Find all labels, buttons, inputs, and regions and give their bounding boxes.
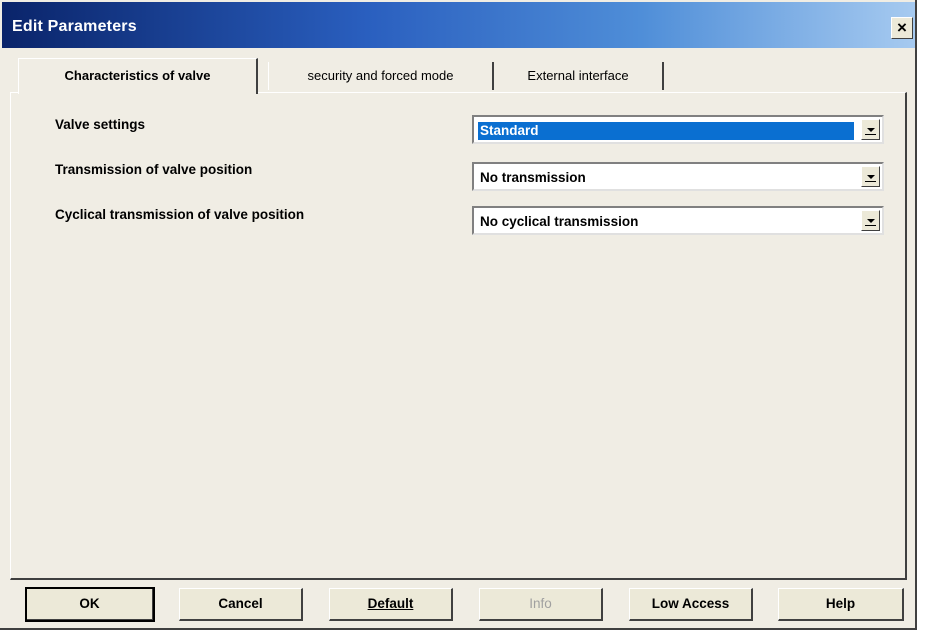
cyclical-transmission-select[interactable]: No cyclical transmission	[472, 206, 884, 235]
cyclical-transmission-value: No cyclical transmission	[480, 214, 639, 229]
edit-parameters-dialog: Edit Parameters × Characteristics of val…	[0, 0, 917, 630]
title-bar[interactable]: Edit Parameters ×	[2, 2, 915, 48]
tab-security-and-forced-mode[interactable]: security and forced mode	[268, 62, 494, 90]
low-access-button[interactable]: Low Access	[629, 588, 753, 621]
tab-characteristics-of-valve[interactable]: Characteristics of valve	[18, 58, 258, 94]
valve-settings-label: Valve settings	[55, 117, 146, 132]
chevron-down-icon[interactable]	[861, 210, 880, 231]
tab-strip: Characteristics of valve security and fo…	[10, 58, 910, 94]
default-button[interactable]: Default	[329, 588, 453, 621]
close-icon: ×	[897, 18, 907, 37]
cyclical-transmission-label: Cyclical transmission of valve position	[55, 207, 305, 222]
tab-external-interface[interactable]: External interface	[494, 62, 664, 90]
help-button[interactable]: Help	[778, 588, 904, 621]
ok-button[interactable]: OK	[25, 587, 155, 622]
transmission-of-valve-position-select[interactable]: No transmission	[472, 162, 884, 191]
close-button[interactable]: ×	[891, 17, 913, 39]
valve-settings-value: Standard	[477, 121, 855, 141]
transmission-of-valve-position-label: Transmission of valve position	[55, 162, 253, 177]
valve-settings-select[interactable]: Standard	[472, 115, 884, 144]
info-button: Info	[479, 588, 603, 621]
cancel-button[interactable]: Cancel	[179, 588, 303, 621]
chevron-down-icon[interactable]	[861, 119, 880, 140]
transmission-of-valve-position-value: No transmission	[480, 170, 586, 185]
chevron-down-icon[interactable]	[861, 166, 880, 187]
tab-panel: Valve settings Standard Transmission of …	[10, 92, 907, 580]
window-title: Edit Parameters	[12, 18, 137, 35]
